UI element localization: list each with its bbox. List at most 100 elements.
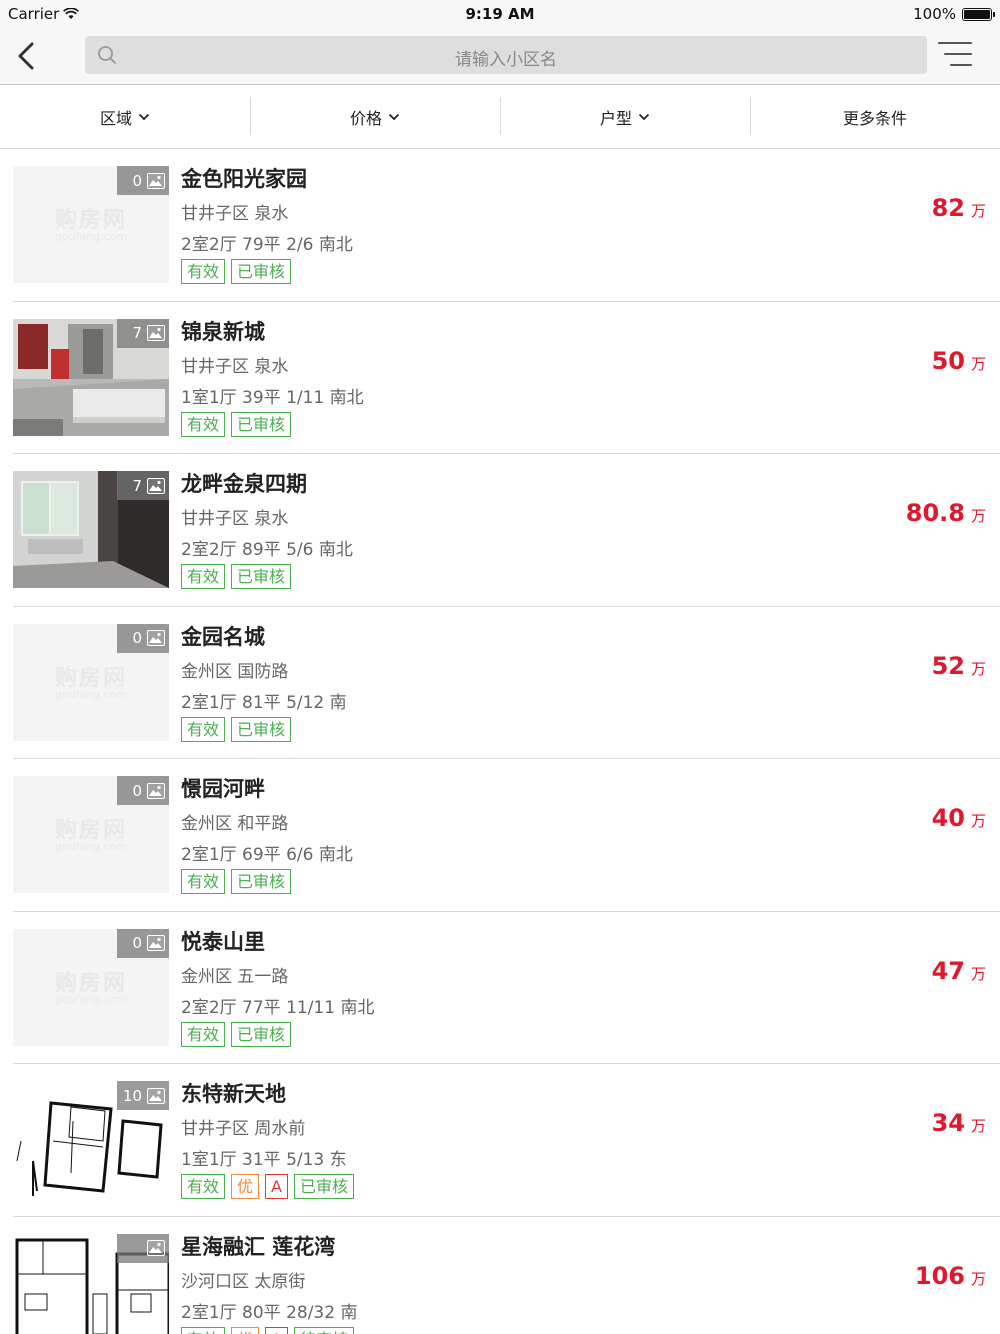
menu-icon-line xyxy=(938,42,972,44)
filter-bar: 区域 价格 户型 更多条件 xyxy=(0,85,1000,149)
listing-location: 金州区 国防路 xyxy=(181,661,289,682)
picture-icon xyxy=(147,477,165,494)
search-input[interactable]: 请输入小区名 xyxy=(85,36,927,74)
status-tag: 已审核 xyxy=(231,564,292,589)
listing-tags: 有效优 A 已审核 xyxy=(181,1174,354,1199)
battery-icon xyxy=(962,7,995,21)
status-tag: 已审核 xyxy=(231,1021,292,1047)
listing-tags: 有效 已审核 xyxy=(181,716,292,742)
filter-region[interactable]: 区域 xyxy=(0,85,250,149)
price-unit: 万 xyxy=(970,964,986,983)
listing-tags: 有效 已审核 xyxy=(181,411,292,437)
status-tag: 有效 xyxy=(181,1021,226,1047)
listing-item[interactable]: 10 东特新天地 甘井子区 周水前 1室1厅 31平 5/13 东有效优 A 已审核 34 万 xyxy=(13,1064,1000,1217)
listing-location: 甘井子区 泉水 xyxy=(181,204,289,224)
listing-tags: 有效 已审核 xyxy=(181,1021,292,1047)
listing-location: 沙河口区 太原街 xyxy=(181,1271,306,1292)
status-tag: 已审核 xyxy=(231,716,292,742)
status-tag: 已审核 xyxy=(231,259,292,284)
listing-specs: 2室1厅 81平 5/12 南 xyxy=(181,692,347,713)
menu-icon-line xyxy=(950,64,972,66)
listing-specs: 2室2厅 89平 5/6 南北 xyxy=(181,540,353,560)
listing-price: 80.8 万 xyxy=(906,499,986,527)
status-tag: 已审核 xyxy=(231,411,292,437)
listing-title: 东特新天地 xyxy=(181,1082,286,1106)
listing-thumbnail[interactable]: 7 xyxy=(13,318,169,436)
listing-title: 悦泰山里 xyxy=(181,929,265,954)
listing-item[interactable]: 星海融汇 莲花湾沙河口区 太原街 2室1厅 80平 28/32 南有效优A 待审核 1… xyxy=(13,1217,1000,1334)
navigation-bar: 请输入小区名 xyxy=(0,28,1000,85)
photo-count-badge: 0 xyxy=(117,623,169,653)
listing-item[interactable]: 购房网 goufang.com 0 金色阳光家园 甘井子区 泉水 2室2厅 79平 2/6… xyxy=(13,149,1000,302)
status-tag: 已审核 xyxy=(231,869,292,894)
listing-item[interactable]: 购房网 goufang.com 0 金园名城 金州区 国防路 2室1厅 81平 5/12 … xyxy=(13,607,1000,759)
listing-title: 龙畔金泉四期 xyxy=(181,472,307,496)
status-tag: 已审核 xyxy=(293,1174,354,1199)
watermark-url: goufang.com xyxy=(54,687,128,701)
photo-count: 0 xyxy=(132,171,142,190)
status-tag: 优 xyxy=(231,1174,260,1199)
listing-thumbnail[interactable]: 购房网 goufang.com 0 xyxy=(13,928,169,1046)
price-value: 82 xyxy=(931,194,965,222)
photo-count: 0 xyxy=(132,629,142,647)
photo-count: 0 xyxy=(132,934,142,952)
listing-price: 52 万 xyxy=(932,652,986,680)
filter-more[interactable]: 更多条件 xyxy=(750,85,1000,149)
listing-item[interactable]: 7 锦泉新城 甘井子区 泉水 1室1厅 39平 1/11 南北 有效 已审核 50 万 xyxy=(13,302,1000,454)
price-value: 52 xyxy=(931,651,965,680)
listing-specs: 2室2厅 77平 11/11 南北 xyxy=(181,997,375,1018)
price-value: 34 xyxy=(931,1109,965,1137)
status-tag: 有效 xyxy=(181,564,226,589)
listing-item[interactable]: 购房网 goufang.com 0 悦泰山里金州区 五一路 2室2厅 77平 11/11… xyxy=(13,912,1000,1064)
price-value: 80.8 xyxy=(905,499,965,527)
back-button[interactable] xyxy=(8,36,44,76)
chevron-left-icon xyxy=(18,42,34,70)
price-unit: 万 xyxy=(970,507,986,525)
listing-thumbnail[interactable]: 10 xyxy=(13,1081,169,1198)
listing-thumbnail[interactable]: 购房网 goufang.com 0 xyxy=(13,623,169,741)
status-tag: 有效 xyxy=(181,411,226,437)
price-value: 47 xyxy=(931,956,965,985)
status-tag: 优 xyxy=(231,1326,260,1334)
picture-icon xyxy=(147,782,165,799)
filter-price[interactable]: 价格 xyxy=(250,85,500,149)
listing-title: 金园名城 xyxy=(181,624,265,649)
battery-indicator: 100% xyxy=(913,5,995,23)
chevron-down-icon xyxy=(138,113,150,121)
listing-price: 40 万 xyxy=(932,804,986,832)
price-value: 106 xyxy=(914,1261,965,1290)
listing-location: 金州区 五一路 xyxy=(181,966,289,987)
picture-icon xyxy=(147,630,165,646)
listing-thumbnail[interactable]: 购房网 goufang.com 0 xyxy=(13,166,169,283)
filter-layout[interactable]: 户型 xyxy=(500,85,750,149)
listing-thumbnail[interactable]: 购房网 goufang.com 0 xyxy=(13,776,169,893)
listing-title: 锦泉新城 xyxy=(181,319,265,344)
filter-label: 户型 xyxy=(599,109,632,128)
photo-count-badge: 10 xyxy=(116,1081,169,1110)
photo-count-badge xyxy=(117,1233,169,1263)
listing-tags: 有效 已审核 xyxy=(181,869,292,894)
picture-icon xyxy=(147,1240,165,1256)
photo-count: 0 xyxy=(132,781,142,800)
menu-icon-line xyxy=(944,53,972,55)
filter-label: 更多条件 xyxy=(842,109,907,128)
status-tag: A xyxy=(265,1326,288,1334)
photo-count-badge: 7 xyxy=(117,318,169,348)
chevron-down-icon xyxy=(638,113,650,121)
listing-price: 34 万 xyxy=(932,1109,986,1137)
chevron-down-icon xyxy=(388,113,400,121)
listing-tags: 有效 已审核 xyxy=(181,259,292,284)
listing-thumbnail[interactable]: 7 xyxy=(13,471,169,588)
status-tag: 待审核 xyxy=(293,1326,354,1334)
price-unit: 万 xyxy=(970,659,986,678)
menu-button[interactable] xyxy=(936,40,972,70)
listing-item[interactable]: 购房网 goufang.com 0 憬园河畔 金州区 和平路 2室1厅 69平 6/6 南… xyxy=(13,759,1000,912)
price-unit: 万 xyxy=(970,812,986,830)
price-unit: 万 xyxy=(970,202,986,220)
filter-label: 价格 xyxy=(349,109,382,128)
listing-item[interactable]: 7 龙畔金泉四期 甘井子区 泉水 2室2厅 89平 5/6 南北 有效 已审核 80.8 万 xyxy=(13,454,1000,607)
status-tag: 有效 xyxy=(181,1174,226,1199)
listing-price: 50 万 xyxy=(932,347,986,375)
listing-specs: 2室1厅 69平 6/6 南北 xyxy=(181,845,353,865)
listing-thumbnail[interactable] xyxy=(13,1233,169,1334)
